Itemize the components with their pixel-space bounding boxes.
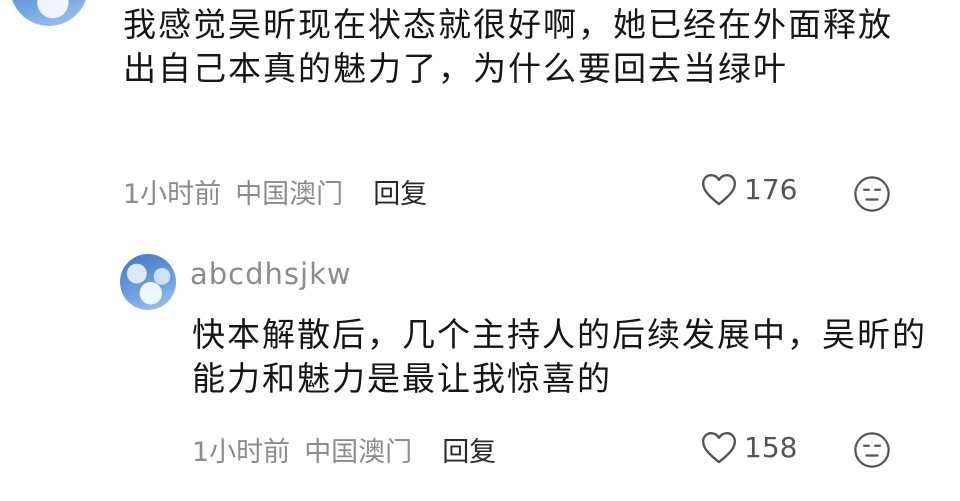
- reply-text: 快本解散后，几个主持人的后续发展中，吴昕的能力和魅力是最让我惊喜的: [192, 315, 927, 398]
- reply-location: 中国澳门: [304, 437, 413, 468]
- reply-avatar[interactable]: [120, 254, 176, 310]
- heart-outline-icon: [701, 432, 737, 464]
- reply-button[interactable]: 回复: [373, 172, 427, 211]
- reply-time: 1小时前: [192, 437, 291, 468]
- heart-outline-icon: [701, 174, 737, 206]
- comment-meta: 1小时前 中国澳门 回复: [123, 172, 427, 211]
- reply-reply-button[interactable]: 回复: [442, 430, 496, 469]
- comment-text: 我感觉吴昕现在状态就很好啊，她已经在外面释放出自己本真的魅力了，为什么要回去当绿…: [123, 5, 893, 88]
- like-count: 176: [744, 172, 798, 206]
- comment-location: 中国澳门: [235, 179, 344, 210]
- neutral-face-icon[interactable]: [853, 175, 891, 213]
- neutral-face-icon[interactable]: [853, 431, 891, 469]
- comment-time: 1小时前: [123, 179, 222, 210]
- commenter-avatar[interactable]: [10, 0, 88, 26]
- reply-meta: 1小时前 中国澳门 回复: [192, 430, 496, 469]
- like-button[interactable]: 176: [700, 171, 797, 207]
- reply-username[interactable]: abcdhsjkw: [190, 257, 352, 291]
- reply-like-count: 158: [744, 430, 798, 464]
- reply-like-button[interactable]: 158: [700, 429, 797, 465]
